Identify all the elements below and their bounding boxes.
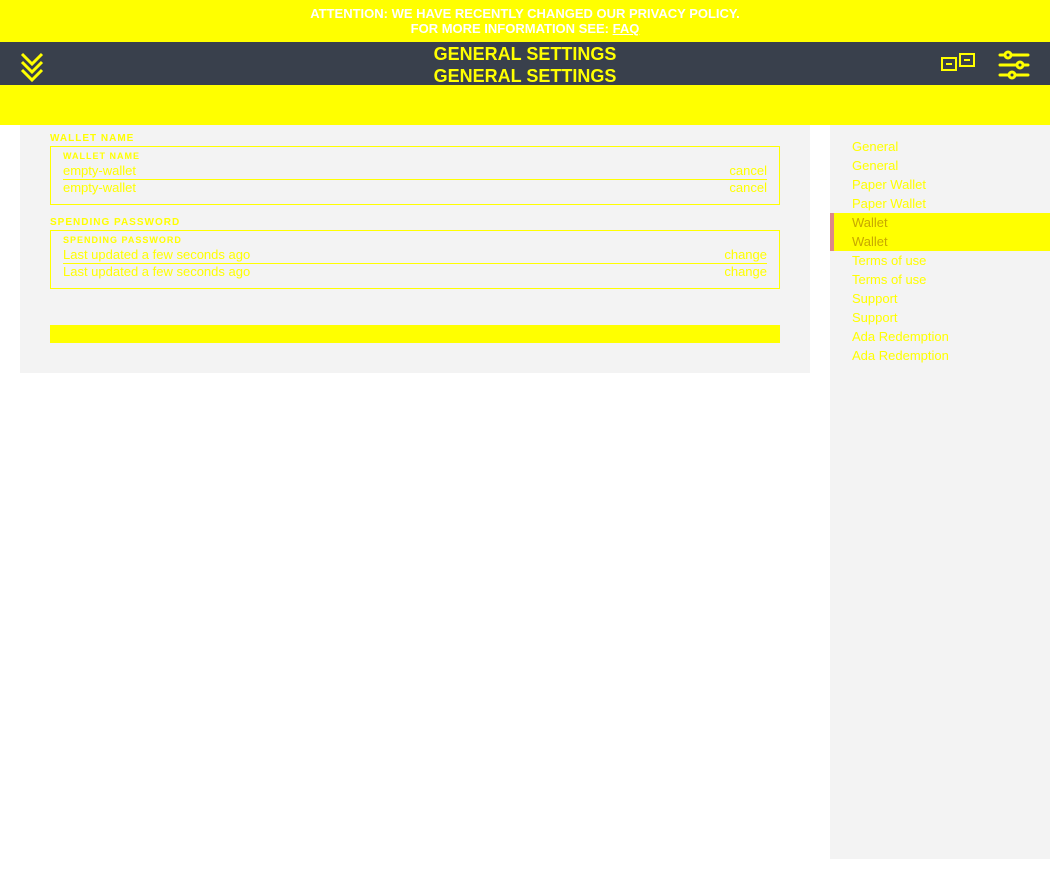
- spending-password-label: SPENDING PASSWORD: [50, 217, 780, 228]
- yellow-bar: [50, 325, 780, 343]
- spending-password-value: Last updated a few seconds ago: [63, 264, 250, 279]
- settings-content: WALLET NAME WALLET NAME empty-wallet can…: [0, 125, 830, 373]
- faq-link[interactable]: FAQ: [613, 21, 640, 36]
- nav-terms[interactable]: Terms of use: [830, 251, 1050, 270]
- cancel-button[interactable]: cancel: [729, 180, 767, 195]
- wallet-name-inner-label: WALLET NAME: [63, 151, 767, 161]
- page-title: GENERAL SETTINGS: [0, 44, 1050, 65]
- nav-ada-redemption[interactable]: Ada Redemption: [830, 346, 1050, 365]
- wallet-name-value: empty-wallet: [63, 163, 136, 178]
- top-bar: GENERAL SETTINGS GENERAL SETTINGS: [0, 42, 1050, 85]
- wallet-icon[interactable]: [940, 48, 980, 87]
- wallet-name-value: empty-wallet: [63, 180, 136, 195]
- nav-wallet[interactable]: Wallet: [830, 232, 1050, 251]
- wallet-name-row: empty-wallet cancel: [63, 163, 767, 180]
- cancel-button[interactable]: cancel: [729, 163, 767, 178]
- nav-general[interactable]: General: [830, 156, 1050, 175]
- spending-password-row: Last updated a few seconds ago change: [63, 264, 767, 280]
- page-title-shadow: GENERAL SETTINGS: [0, 66, 1050, 87]
- spending-password-inner-label: SPENDING PASSWORD: [63, 235, 767, 245]
- settings-nav: General General Paper Wallet Paper Walle…: [830, 125, 1050, 859]
- wallet-name-row: empty-wallet cancel: [63, 180, 767, 196]
- yellow-strip: [0, 85, 1050, 125]
- nav-terms[interactable]: Terms of use: [830, 270, 1050, 289]
- wallet-name-field[interactable]: WALLET NAME empty-wallet cancel empty-wa…: [50, 146, 780, 205]
- nav-support[interactable]: Support: [830, 289, 1050, 308]
- change-button[interactable]: change: [724, 264, 767, 279]
- spending-password-row: Last updated a few seconds ago change: [63, 247, 767, 264]
- nav-support[interactable]: Support: [830, 308, 1050, 327]
- wallet-name-label: WALLET NAME: [50, 133, 780, 144]
- nav-general[interactable]: General: [830, 137, 1050, 156]
- spending-password-field[interactable]: SPENDING PASSWORD Last updated a few sec…: [50, 230, 780, 289]
- attention-banner: ATTENTION: WE HAVE RECENTLY CHANGED OUR …: [0, 0, 1050, 42]
- nav-wallet[interactable]: Wallet: [830, 213, 1050, 232]
- nav-ada-redemption[interactable]: Ada Redemption: [830, 327, 1050, 346]
- change-button[interactable]: change: [724, 247, 767, 262]
- settings-sliders-icon[interactable]: [998, 50, 1032, 85]
- banner-line1: ATTENTION: WE HAVE RECENTLY CHANGED OUR …: [0, 6, 1050, 21]
- spending-password-value: Last updated a few seconds ago: [63, 247, 250, 262]
- banner-line2: FOR MORE INFORMATION SEE: FAQ: [0, 21, 1050, 36]
- nav-paper-wallet[interactable]: Paper Wallet: [830, 175, 1050, 194]
- nav-paper-wallet[interactable]: Paper Wallet: [830, 194, 1050, 213]
